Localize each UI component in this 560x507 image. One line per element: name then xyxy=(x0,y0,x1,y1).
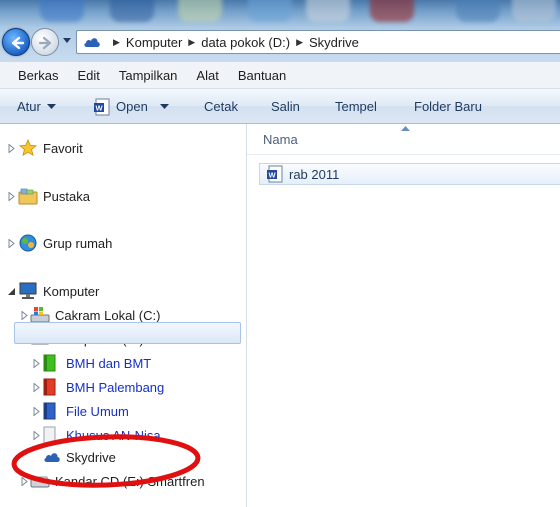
breadcrumb-separator-icon[interactable]: ▶ xyxy=(113,37,120,48)
tree-item-folder-khusus[interactable]: Khusus AN-Nisa xyxy=(0,424,246,446)
tree-item-computer[interactable]: Komputer xyxy=(0,280,246,302)
chevron-down-icon xyxy=(159,104,169,109)
word-document-icon: W xyxy=(267,165,283,183)
computer-icon xyxy=(19,282,37,299)
tree-label-folder-file-umum: File Umum xyxy=(66,403,129,419)
tree-item-folder-file-umum[interactable]: File Umum xyxy=(0,400,246,422)
expand-arrow-icon[interactable] xyxy=(7,144,16,153)
forward-button[interactable] xyxy=(31,28,59,56)
expand-arrow-icon[interactable] xyxy=(20,311,29,320)
recent-pages-dropdown-icon[interactable] xyxy=(62,38,72,44)
expand-arrow-icon[interactable] xyxy=(7,239,16,248)
tree-label-folder-bmh-palembang: BMH Palembang xyxy=(66,379,165,395)
arrow-right-icon xyxy=(38,36,52,50)
expand-arrow-icon[interactable] xyxy=(32,359,41,368)
tree-item-folder-bmh-bmt[interactable]: BMH dan BMT xyxy=(0,352,246,374)
skydrive-cloud-icon xyxy=(44,453,60,462)
tree-item-folder-bmh-palembang[interactable]: BMH Palembang xyxy=(0,376,246,398)
column-header-name[interactable]: Nama xyxy=(263,132,298,147)
skydrive-cloud-icon xyxy=(84,38,100,47)
back-button[interactable] xyxy=(2,28,30,56)
new-folder-button[interactable]: Folder Baru xyxy=(414,89,482,124)
taskbar-blur xyxy=(0,0,560,26)
file-name: rab 2011 xyxy=(289,166,340,182)
expand-arrow-icon[interactable] xyxy=(32,431,41,440)
window-titlebar: ▶ Komputer ▶ data pokok (D:) ▶ Skydrive xyxy=(0,0,560,62)
organize-label: Atur xyxy=(17,99,41,114)
white-binder-icon xyxy=(43,426,56,444)
tree-label-local-disk: Cakram Lokal (C:) xyxy=(55,307,161,323)
tree-label-homegroup: Grup rumah xyxy=(43,235,113,251)
copy-label: Salin xyxy=(271,99,300,114)
red-binder-icon xyxy=(43,378,56,396)
svg-text:W: W xyxy=(268,171,276,180)
tree-item-cd-drive[interactable]: Kandar CD (E:) Smartfren xyxy=(0,470,246,492)
expand-arrow-icon[interactable] xyxy=(32,407,41,416)
tree-item-favorites[interactable]: Favorit xyxy=(0,137,246,159)
paste-button[interactable]: Tempel xyxy=(335,89,377,124)
paste-label: Tempel xyxy=(335,99,377,114)
library-icon xyxy=(18,188,38,205)
command-bar: Atur W Open Cetak Salin Tempel Folder Ba… xyxy=(0,89,560,124)
cd-drive-icon xyxy=(30,476,50,488)
file-list-pane: Nama W rab 2011 xyxy=(247,124,560,507)
menu-edit[interactable]: Edit xyxy=(77,68,99,83)
tree-item-libraries[interactable]: Pustaka xyxy=(0,185,246,207)
new-folder-label: Folder Baru xyxy=(414,99,482,114)
sort-ascending-icon xyxy=(401,126,410,131)
address-bar[interactable]: ▶ Komputer ▶ data pokok (D:) ▶ Skydrive xyxy=(76,30,560,54)
breadcrumb-skydrive[interactable]: Skydrive xyxy=(309,35,359,50)
tree-label-folder-bmh-bmt: BMH dan BMT xyxy=(66,355,152,371)
column-header-divider xyxy=(247,154,560,155)
breadcrumb-separator-icon[interactable]: ▶ xyxy=(188,37,195,48)
tree-label-computer: Komputer xyxy=(43,283,100,299)
homegroup-icon xyxy=(19,234,37,252)
copy-button[interactable]: Salin xyxy=(271,89,300,124)
tree-label-libraries: Pustaka xyxy=(43,188,90,204)
tree-label-cd-drive: Kandar CD (E:) Smartfren xyxy=(55,473,205,489)
open-label: Open xyxy=(116,99,148,114)
word-document-icon: W xyxy=(94,98,110,115)
expand-arrow-icon[interactable] xyxy=(32,383,41,392)
chevron-down-icon xyxy=(46,104,56,109)
menu-help[interactable]: Bantuan xyxy=(238,68,286,83)
organize-button[interactable]: Atur xyxy=(17,89,56,124)
tree-item-skydrive[interactable]: Skydrive xyxy=(0,446,246,468)
tree-selection-highlight xyxy=(14,322,241,344)
breadcrumb-separator-icon[interactable]: ▶ xyxy=(296,37,303,48)
collapse-arrow-icon[interactable] xyxy=(7,287,16,296)
file-item[interactable]: W rab 2011 xyxy=(259,163,560,185)
tree-label-folder-khusus: Khusus AN-Nisa xyxy=(66,427,161,443)
menu-view[interactable]: Tampilkan xyxy=(119,68,178,83)
arrow-left-icon xyxy=(11,36,25,50)
breadcrumb-computer[interactable]: Komputer xyxy=(126,35,182,50)
expand-arrow-icon[interactable] xyxy=(7,192,16,201)
tree-item-homegroup[interactable]: Grup rumah xyxy=(0,232,246,254)
print-button[interactable]: Cetak xyxy=(204,89,238,124)
green-binder-icon xyxy=(43,354,56,372)
tree-label-favorites: Favorit xyxy=(43,140,83,156)
menu-tools[interactable]: Alat xyxy=(196,68,218,83)
open-button[interactable]: W Open xyxy=(93,89,169,124)
star-icon xyxy=(19,139,37,157)
menu-bar: Berkas Edit Tampilkan Alat Bantuan xyxy=(0,62,560,89)
svg-text:W: W xyxy=(95,103,103,112)
breadcrumb-data-drive[interactable]: data pokok (D:) xyxy=(201,35,290,50)
tree-label-skydrive: Skydrive xyxy=(66,449,116,465)
print-label: Cetak xyxy=(204,99,238,114)
expand-arrow-icon[interactable] xyxy=(20,477,29,486)
menu-file[interactable]: Berkas xyxy=(18,68,58,83)
blue-binder-icon xyxy=(43,402,56,420)
